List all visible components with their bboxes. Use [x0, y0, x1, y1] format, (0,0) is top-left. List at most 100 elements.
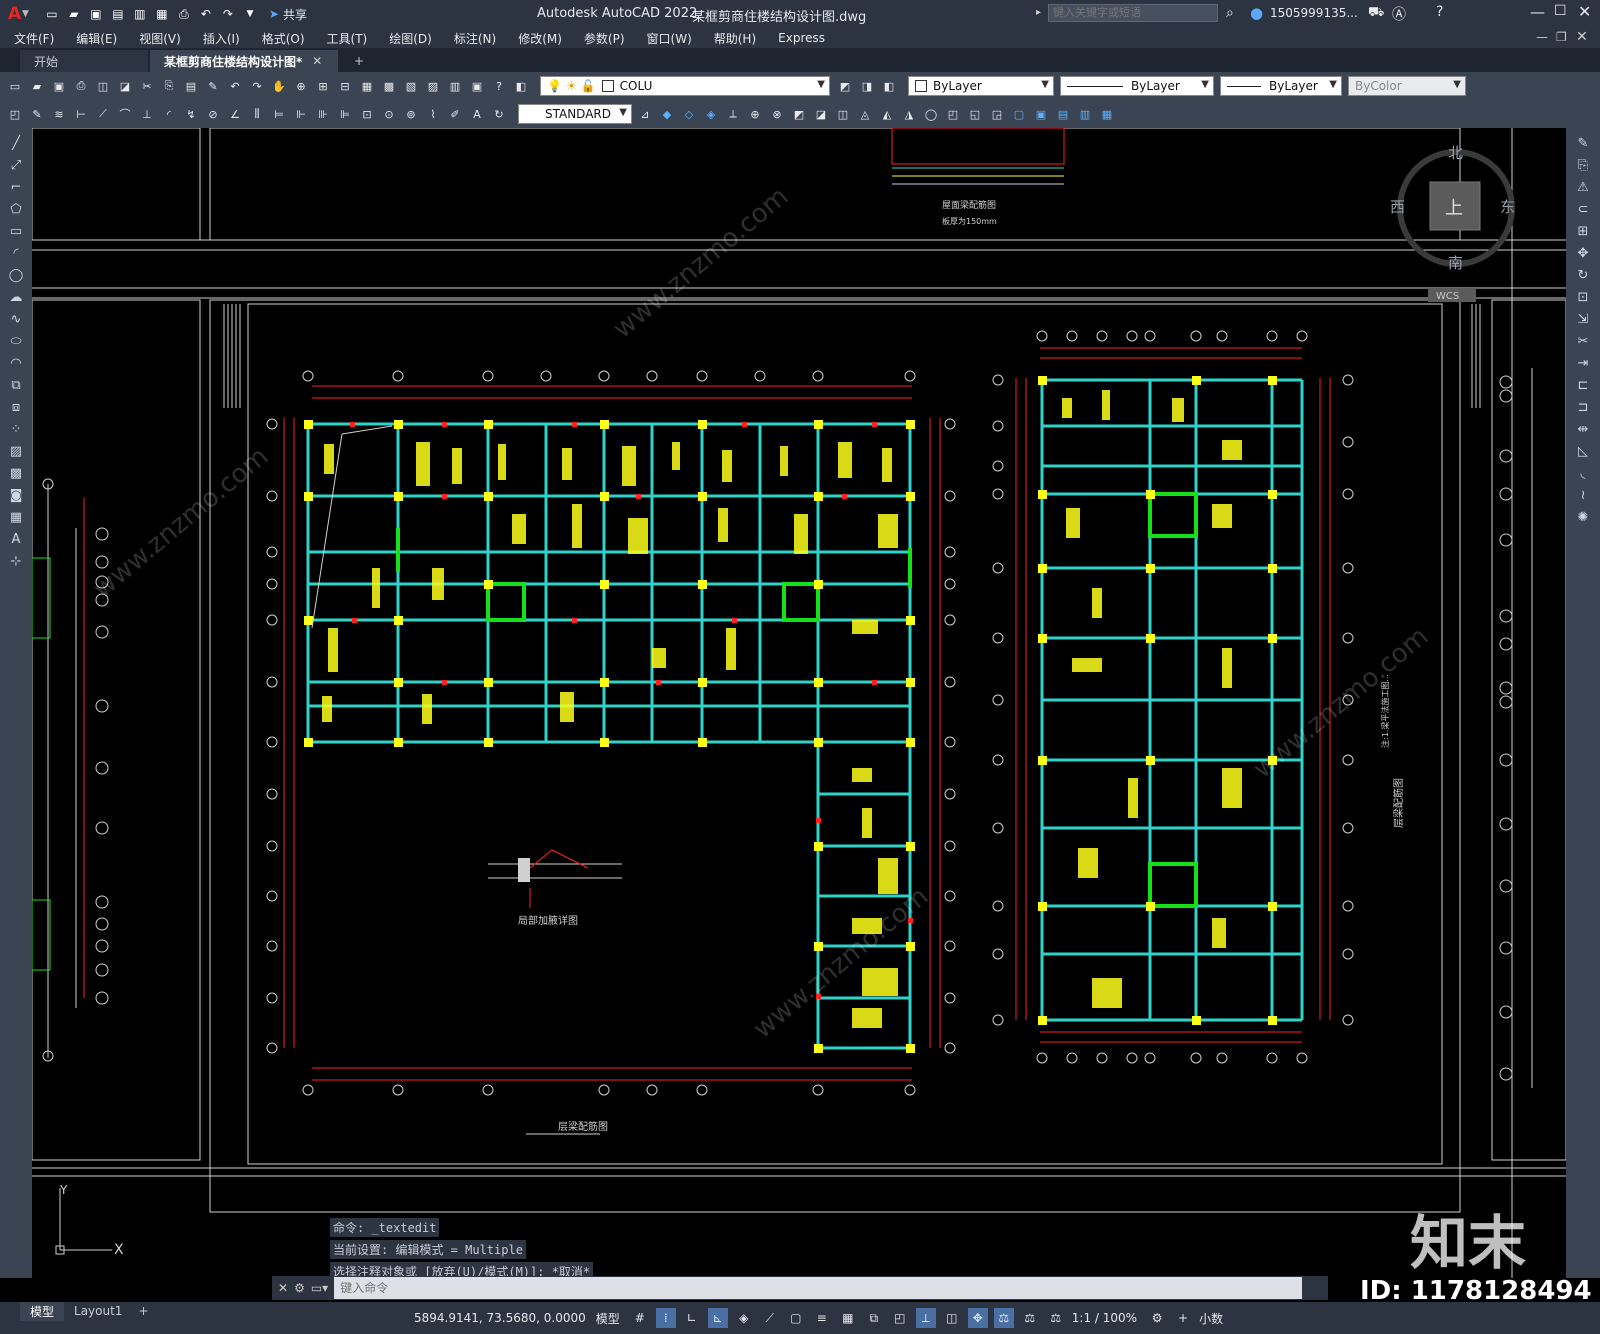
- region-tool-icon[interactable]: ◙: [5, 488, 27, 506]
- minimize-icon[interactable]: —: [1530, 3, 1545, 21]
- erase-tool-icon[interactable]: ✎: [1572, 136, 1594, 154]
- menu-view[interactable]: 视图(V): [139, 30, 181, 47]
- viewcube-east[interactable]: 东: [1500, 198, 1515, 216]
- menu-modify[interactable]: 修改(M): [518, 30, 562, 47]
- ucs-3point-icon[interactable]: ◮: [900, 105, 918, 123]
- mtext-tool-icon[interactable]: A: [5, 532, 27, 550]
- view-3d-icon[interactable]: ◆: [658, 105, 676, 123]
- command-close-icon[interactable]: ✕: [278, 1281, 288, 1295]
- ucs-z-icon[interactable]: ◱: [966, 105, 984, 123]
- view-side-icon[interactable]: ◈: [702, 105, 720, 123]
- plot-icon[interactable]: ⎙: [72, 77, 90, 95]
- layout-tab-layout1[interactable]: Layout1: [64, 1303, 132, 1319]
- color-dropdown[interactable]: ByLayer ▼: [908, 76, 1054, 96]
- center-mark-icon[interactable]: ⊙: [380, 105, 398, 123]
- undo-icon[interactable]: ↶: [197, 6, 215, 22]
- continue-dim-icon[interactable]: ⊩: [292, 105, 310, 123]
- cut-icon[interactable]: ✂: [138, 77, 156, 95]
- model-space-button[interactable]: 模型: [596, 1310, 620, 1327]
- chamfer-tool-icon[interactable]: ◺: [1572, 444, 1594, 462]
- open-icon[interactable]: ▰: [28, 77, 46, 95]
- dim-space-icon[interactable]: ⊪: [314, 105, 332, 123]
- redo-icon[interactable]: ↷: [219, 6, 237, 22]
- lineweight-toggle-icon[interactable]: ≡: [812, 1308, 832, 1328]
- units-value[interactable]: 小数: [1199, 1310, 1223, 1327]
- tab-start[interactable]: 开始: [20, 50, 148, 72]
- open-file-icon[interactable]: ▰: [65, 6, 83, 22]
- inspect-icon[interactable]: ⊚: [402, 105, 420, 123]
- save-as-icon[interactable]: ▤: [109, 6, 127, 22]
- tolerance-icon[interactable]: ⊡: [358, 105, 376, 123]
- dim-text-edit-icon[interactable]: A: [468, 105, 486, 123]
- linear-dim-icon[interactable]: ⊢: [72, 105, 90, 123]
- dynamic-ucs-icon[interactable]: ⟂: [915, 1308, 936, 1328]
- circle-tool-icon[interactable]: ◯: [5, 268, 27, 286]
- doc-close-icon[interactable]: ✕: [1576, 29, 1588, 45]
- add-selected-icon[interactable]: ⊹: [5, 554, 27, 572]
- layer-properties-icon[interactable]: ◧: [512, 77, 530, 95]
- selection-cycling-icon[interactable]: ⧉: [864, 1308, 884, 1328]
- dim-edit-icon[interactable]: ✐: [446, 105, 464, 123]
- ucs-view-icon[interactable]: ◫: [834, 105, 852, 123]
- visual-style-real-icon[interactable]: ▤: [1054, 105, 1072, 123]
- menu-window[interactable]: 窗口(W): [647, 30, 692, 47]
- command-input[interactable]: [334, 1277, 1303, 1299]
- zoom-realtime-icon[interactable]: ⊕: [292, 77, 310, 95]
- ucs-world-icon[interactable]: ⊕: [746, 105, 764, 123]
- menu-draw[interactable]: 绘图(D): [389, 30, 432, 47]
- pan-icon[interactable]: ✋: [270, 77, 288, 95]
- annotation-monitor-icon[interactable]: +: [1173, 1308, 1193, 1328]
- zoom-window-icon[interactable]: ⊞: [314, 77, 332, 95]
- dim-style-icon[interactable]: ⊿: [636, 105, 654, 123]
- rectangle-tool-icon[interactable]: ▭: [5, 224, 27, 242]
- move-tool-icon[interactable]: ✥: [1572, 246, 1594, 264]
- blend-tool-icon[interactable]: ≀: [1572, 488, 1594, 506]
- properties-icon[interactable]: ▦: [358, 77, 376, 95]
- export-icon[interactable]: ▥: [131, 6, 149, 22]
- jogged-linear-icon[interactable]: ⌇: [424, 105, 442, 123]
- new-tab-button[interactable]: +: [340, 50, 378, 72]
- new-file-icon[interactable]: ▭: [43, 6, 61, 22]
- viewcube-south[interactable]: 南: [1448, 254, 1463, 272]
- aligned-dim-icon[interactable]: ⟋: [94, 105, 112, 123]
- visual-style-wire-icon[interactable]: ▢: [1010, 105, 1028, 123]
- tool-palettes-icon[interactable]: ▧: [402, 77, 420, 95]
- logo-menu-arrow-icon[interactable]: ▼: [22, 9, 29, 19]
- ucs-zaxis-icon[interactable]: ◭: [878, 105, 896, 123]
- annotation-scale-value[interactable]: 1:1 / 100%: [1072, 1311, 1137, 1325]
- match-prop-icon[interactable]: ✎: [204, 77, 222, 95]
- annotation-visibility-icon[interactable]: ⚖: [993, 1308, 1014, 1328]
- polar-icon[interactable]: ⊾: [707, 1308, 728, 1328]
- ucs-apply-icon[interactable]: ◲: [988, 105, 1006, 123]
- polyline-tool-icon[interactable]: ⌐: [5, 180, 27, 198]
- ucs-previous-icon[interactable]: ⊗: [768, 105, 786, 123]
- gradient-tool-icon[interactable]: ▩: [5, 466, 27, 484]
- copy-tool-icon[interactable]: ⎘: [1572, 158, 1594, 176]
- arc-tool-icon[interactable]: ◜: [5, 246, 27, 264]
- layer-dropdown[interactable]: 💡 ☀ 🔓 COLU ▼: [540, 76, 830, 96]
- ortho-icon[interactable]: ∟: [682, 1308, 702, 1328]
- scale-tool-icon[interactable]: ⊡: [1572, 290, 1594, 308]
- radius-dim-icon[interactable]: ◜: [160, 105, 178, 123]
- quick-dim-icon[interactable]: ⫼: [248, 105, 266, 123]
- autodesk-account-icon[interactable]: Ⓐ: [1392, 4, 1406, 24]
- menu-dimension[interactable]: 标注(N): [454, 30, 496, 47]
- paste-icon[interactable]: ▤: [182, 77, 200, 95]
- line-tool-icon[interactable]: ╱: [5, 136, 27, 154]
- publish-toolbar-icon[interactable]: ◪: [116, 77, 134, 95]
- tab-close-icon[interactable]: ✕: [312, 54, 322, 68]
- menu-express[interactable]: Express: [778, 31, 825, 45]
- autocad-logo[interactable]: A: [8, 4, 22, 24]
- quickcalc-icon[interactable]: ▣: [468, 77, 486, 95]
- array-tool-icon[interactable]: ⊞: [1572, 224, 1594, 242]
- diameter-dim-icon[interactable]: ⊘: [204, 105, 222, 123]
- undo-toolbar-icon[interactable]: ↶: [226, 77, 244, 95]
- menu-insert[interactable]: 插入(I): [203, 30, 240, 47]
- design-center-icon[interactable]: ▩: [380, 77, 398, 95]
- arc-length-icon[interactable]: ⌒: [116, 105, 134, 123]
- break-point-icon[interactable]: ⊏: [1572, 378, 1594, 396]
- plotstyle-dropdown[interactable]: ByColor ▼: [1348, 76, 1466, 96]
- stretch-tool-icon[interactable]: ⇲: [1572, 312, 1594, 330]
- angular-dim-icon[interactable]: ∠: [226, 105, 244, 123]
- auto-scale-icon[interactable]: ⚖: [1020, 1308, 1040, 1328]
